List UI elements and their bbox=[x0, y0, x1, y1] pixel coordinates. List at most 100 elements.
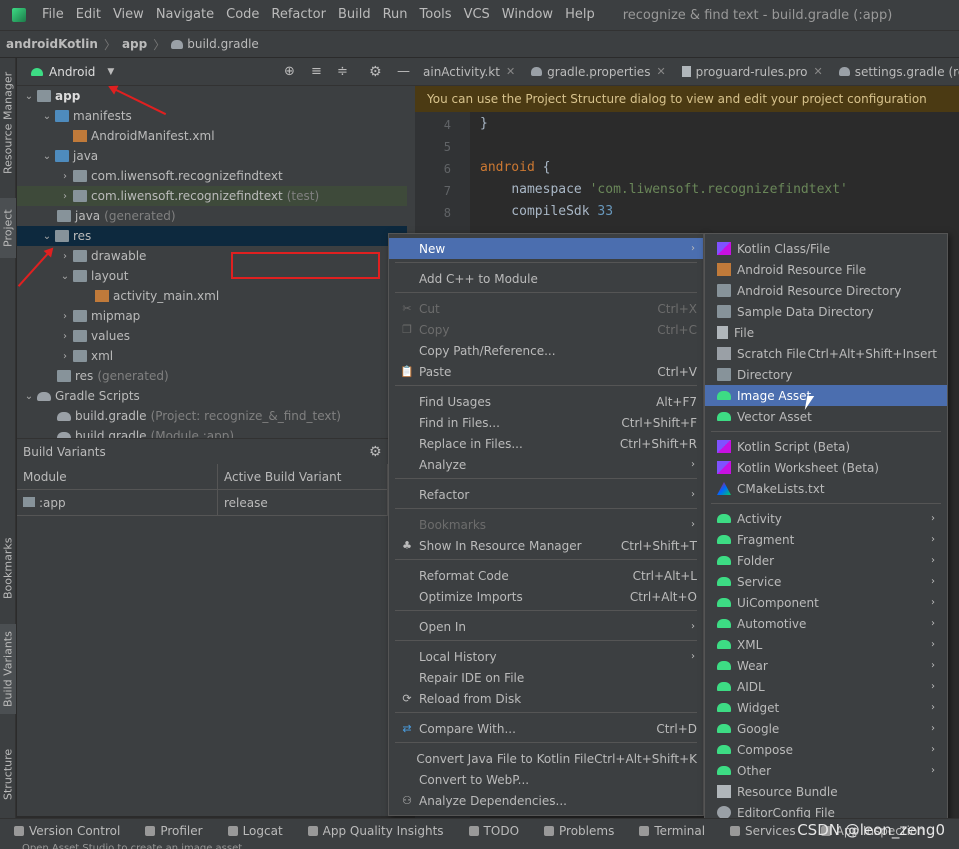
menu-item-bookmarks[interactable]: Bookmarks › bbox=[389, 514, 703, 535]
chevron-down-icon[interactable]: ⌄ bbox=[23, 91, 35, 102]
submenu-item-xml[interactable]: XML › bbox=[705, 634, 947, 655]
breadcrumb-project[interactable]: androidKotlin bbox=[6, 37, 98, 51]
menu-item-optimize-imports[interactable]: Optimize Imports Ctrl+Alt+O bbox=[389, 586, 703, 607]
submenu-item-android-resource-directory[interactable]: Android Resource Directory bbox=[705, 280, 947, 301]
submenu-item-resource-bundle[interactable]: Resource Bundle bbox=[705, 781, 947, 802]
submenu-item-widget[interactable]: Widget › bbox=[705, 697, 947, 718]
chevron-down-icon[interactable]: ⌄ bbox=[23, 391, 35, 402]
menu-file[interactable]: File bbox=[36, 0, 70, 30]
chevron-right-icon[interactable]: › bbox=[59, 171, 71, 182]
submenu-item-file[interactable]: File bbox=[705, 322, 947, 343]
menu-item-new[interactable]: New › bbox=[389, 238, 703, 259]
code-editor[interactable]: } android { namespace 'com.liwensoft.rec… bbox=[470, 112, 959, 232]
project-view-selector[interactable]: Android bbox=[49, 65, 95, 79]
submenu-item-google[interactable]: Google › bbox=[705, 718, 947, 739]
tree-item-androidmanifest[interactable]: AndroidManifest.xml bbox=[17, 126, 407, 146]
tree-item-package-test[interactable]: › com.liwensoft.recognizefindtext (test) bbox=[17, 186, 407, 206]
tool-services[interactable]: Services bbox=[730, 824, 796, 838]
tool-logcat[interactable]: Logcat bbox=[227, 824, 283, 838]
submenu-item-aidl[interactable]: AIDL › bbox=[705, 676, 947, 697]
tree-item-gradle-scripts[interactable]: ⌄ Gradle Scripts bbox=[17, 386, 407, 406]
submenu-item-service[interactable]: Service › bbox=[705, 571, 947, 592]
collapse-all-icon[interactable]: ≑ bbox=[337, 64, 348, 79]
close-icon[interactable]: ✕ bbox=[656, 65, 665, 78]
chevron-down-icon[interactable]: ⌄ bbox=[41, 151, 53, 162]
close-icon[interactable]: ✕ bbox=[814, 65, 823, 78]
submenu-item-directory[interactable]: Directory bbox=[705, 364, 947, 385]
tool-problems[interactable]: Problems bbox=[544, 824, 614, 838]
submenu-item-kotlin-script[interactable]: Kotlin Script (Beta) bbox=[705, 436, 947, 457]
menu-vcs[interactable]: VCS bbox=[458, 0, 496, 30]
menu-edit[interactable]: Edit bbox=[70, 0, 107, 30]
submenu-item-android-resource-file[interactable]: Android Resource File bbox=[705, 259, 947, 280]
submenu-item-activity[interactable]: Activity › bbox=[705, 508, 947, 529]
menu-item-convert-to-kotlin[interactable]: Convert Java File to Kotlin File Ctrl+Alt… bbox=[389, 748, 703, 769]
expand-all-icon[interactable]: ≡ bbox=[311, 64, 322, 79]
tree-item-app[interactable]: ⌄ app bbox=[17, 86, 407, 106]
submenu-item-cmakelists[interactable]: CMakeLists.txt bbox=[705, 478, 947, 499]
menu-item-open-in[interactable]: Open In › bbox=[389, 616, 703, 637]
chevron-right-icon[interactable]: › bbox=[59, 311, 71, 322]
menu-item-analyze-dependencies[interactable]: ⚇ Analyze Dependencies... bbox=[389, 790, 703, 811]
tree-item-res[interactable]: ⌄ res bbox=[17, 226, 407, 246]
menu-item-compare-with[interactable]: ⇄ Compare With... Ctrl+D bbox=[389, 718, 703, 739]
tree-item-activity-main[interactable]: activity_main.xml bbox=[17, 286, 407, 306]
chevron-right-icon[interactable]: › bbox=[59, 191, 71, 202]
tree-item-values[interactable]: › values bbox=[17, 326, 407, 346]
tool-todo[interactable]: TODO bbox=[468, 824, 519, 838]
menu-item-replace-in-files[interactable]: Replace in Files... Ctrl+Shift+R bbox=[389, 433, 703, 454]
submenu-item-automotive[interactable]: Automotive › bbox=[705, 613, 947, 634]
menu-item-copy[interactable]: ❐ Copy Ctrl+C bbox=[389, 319, 703, 340]
gear-icon[interactable]: ⚙ bbox=[369, 444, 382, 460]
tree-item-java[interactable]: ⌄ java bbox=[17, 146, 407, 166]
tree-item-manifests[interactable]: ⌄ manifests bbox=[17, 106, 407, 126]
menu-item-convert-to-webp[interactable]: Convert to WebP... bbox=[389, 769, 703, 790]
submenu-item-image-asset[interactable]: Image Asset bbox=[705, 385, 947, 406]
tree-item-mipmap[interactable]: › mipmap bbox=[17, 306, 407, 326]
menu-item-cut[interactable]: ✂ Cut Ctrl+X bbox=[389, 298, 703, 319]
menu-navigate[interactable]: Navigate bbox=[150, 0, 220, 30]
submenu-item-folder[interactable]: Folder › bbox=[705, 550, 947, 571]
minimize-icon[interactable]: — bbox=[397, 64, 410, 79]
chevron-right-icon[interactable]: › bbox=[59, 331, 71, 342]
submenu-item-scratch-file[interactable]: Scratch File Ctrl+Alt+Shift+Insert bbox=[705, 343, 947, 364]
submenu-item-other[interactable]: Other › bbox=[705, 760, 947, 781]
tab-proguard-rules[interactable]: proguard-rules.pro ✕ bbox=[674, 65, 831, 79]
chevron-down-icon[interactable]: ⌄ bbox=[41, 231, 53, 242]
menu-item-refactor[interactable]: Refactor › bbox=[389, 484, 703, 505]
submenu-item-fragment[interactable]: Fragment › bbox=[705, 529, 947, 550]
tool-tab-bookmarks[interactable]: Bookmarks bbox=[0, 528, 16, 608]
menu-item-reformat-code[interactable]: Reformat Code Ctrl+Alt+L bbox=[389, 565, 703, 586]
tool-tab-project[interactable]: Project bbox=[0, 198, 16, 258]
chevron-down-icon[interactable]: ▼ bbox=[107, 67, 114, 77]
locate-icon[interactable]: ⊕ bbox=[284, 64, 295, 79]
chevron-down-icon[interactable]: ⌄ bbox=[59, 271, 71, 282]
tree-item-xml[interactable]: › xml bbox=[17, 346, 407, 366]
submenu-item-compose[interactable]: Compose › bbox=[705, 739, 947, 760]
tool-tab-resource-manager[interactable]: Resource Manager bbox=[0, 64, 16, 182]
chevron-right-icon[interactable]: › bbox=[59, 351, 71, 362]
tree-item-java-generated[interactable]: java (generated) bbox=[17, 206, 407, 226]
submenu-item-kotlin-worksheet[interactable]: Kotlin Worksheet (Beta) bbox=[705, 457, 947, 478]
menu-item-paste[interactable]: 📋 Paste Ctrl+V bbox=[389, 361, 703, 382]
submenu-item-sample-data-directory[interactable]: Sample Data Directory bbox=[705, 301, 947, 322]
menu-item-copy-path[interactable]: Copy Path/Reference... bbox=[389, 340, 703, 361]
tool-version-control[interactable]: Version Control bbox=[14, 824, 120, 838]
tree-item-package-main[interactable]: › com.liwensoft.recognizefindtext bbox=[17, 166, 407, 186]
tree-item-build-gradle-module[interactable]: build.gradle (Module :app) bbox=[17, 426, 407, 438]
chevron-right-icon[interactable]: › bbox=[59, 251, 71, 262]
tree-item-res-generated[interactable]: res (generated) bbox=[17, 366, 407, 386]
tool-profiler[interactable]: Profiler bbox=[145, 824, 203, 838]
menu-code[interactable]: Code bbox=[220, 0, 265, 30]
tool-tab-structure[interactable]: Structure bbox=[0, 734, 16, 814]
menu-item-analyze[interactable]: Analyze › bbox=[389, 454, 703, 475]
menu-view[interactable]: View bbox=[107, 0, 150, 30]
submenu-item-wear[interactable]: Wear › bbox=[705, 655, 947, 676]
tab-settings-gradle[interactable]: settings.gradle (recogniz bbox=[831, 65, 959, 79]
submenu-item-kotlin-class[interactable]: Kotlin Class/File bbox=[705, 238, 947, 259]
menu-item-find-in-files[interactable]: Find in Files... Ctrl+Shift+F bbox=[389, 412, 703, 433]
menu-tools[interactable]: Tools bbox=[414, 0, 458, 30]
column-header-variant[interactable]: Active Build Variant bbox=[218, 464, 388, 490]
tab-gradle-properties[interactable]: gradle.properties ✕ bbox=[523, 65, 674, 79]
menu-item-repair-ide[interactable]: Repair IDE on File bbox=[389, 667, 703, 688]
